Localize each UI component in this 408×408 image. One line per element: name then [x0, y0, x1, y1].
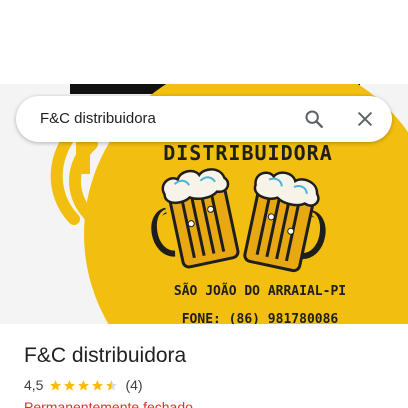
top-blank-area — [0, 0, 408, 84]
search-icon[interactable] — [302, 107, 326, 131]
review-count[interactable]: (4) — [125, 377, 142, 393]
star-rating — [49, 379, 119, 392]
logo-text-phone: FONE: (86) 981780086 — [182, 312, 339, 324]
logo-text-distribuidora: DISTRIBUIDORA — [163, 141, 333, 165]
place-title: F&C distribuidora — [24, 344, 187, 367]
search-input[interactable]: F&C distribuidora — [40, 110, 156, 127]
star-icon — [64, 379, 76, 390]
star-half-icon — [106, 379, 118, 390]
star-icon — [78, 379, 90, 390]
rating-row[interactable]: 4,5 (4) — [24, 377, 143, 393]
star-icon — [92, 379, 104, 390]
search-bar[interactable]: F&C distribuidora — [16, 96, 392, 142]
logo-text-city: SÃO JOÃO DO ARRAIAL-PI — [174, 283, 346, 299]
place-info-panel: F&C distribuidora 4,5 (4) Permanentement… — [0, 324, 408, 408]
close-icon[interactable] — [353, 107, 377, 131]
status-badge: Permanentemente fechado — [24, 399, 193, 408]
star-icon — [50, 379, 62, 390]
rating-value: 4,5 — [24, 377, 44, 393]
maps-place-screen: DISTRIBUIDORA SÃO JOÃO DO ARRAIAL-PI FON… — [0, 0, 408, 408]
